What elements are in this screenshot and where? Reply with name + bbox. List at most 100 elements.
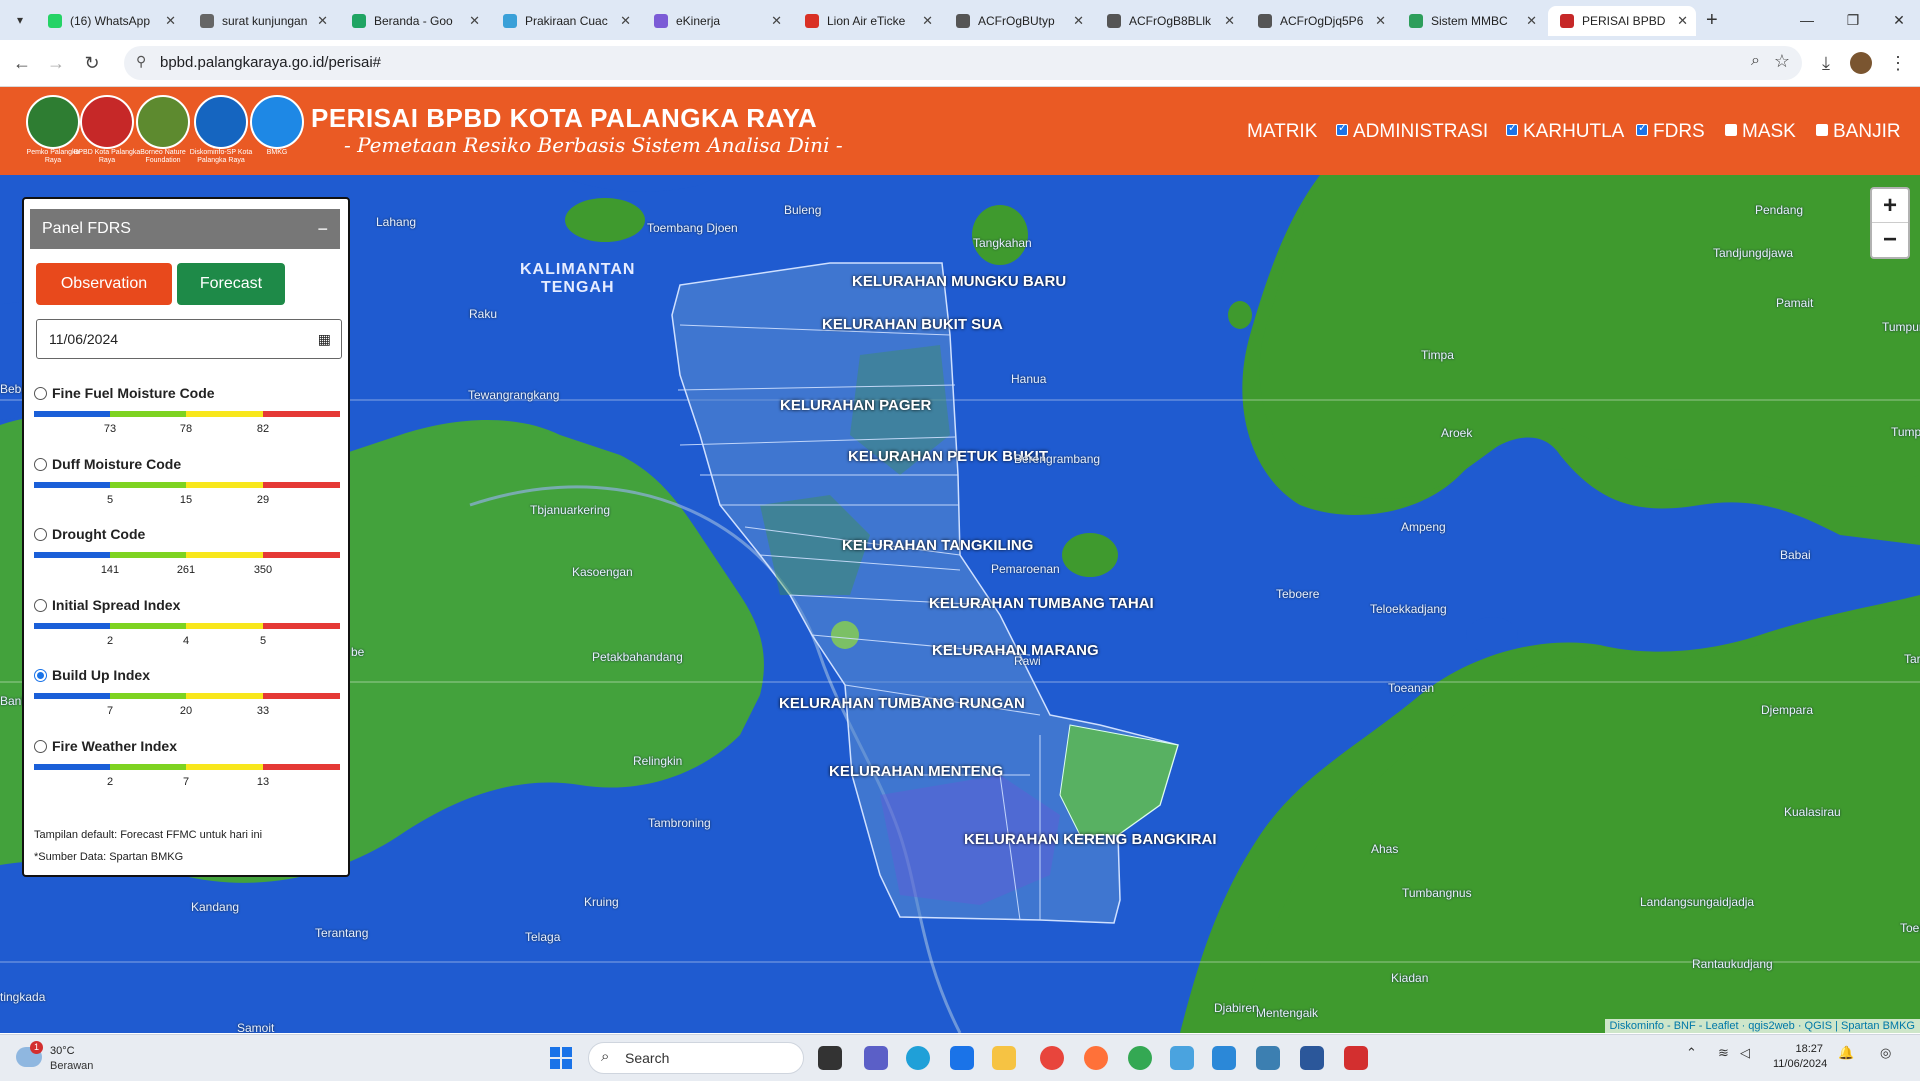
observation-button[interactable]: Observation [36, 263, 172, 305]
kelurahan-label[interactable]: KELURAHAN PAGER [780, 397, 931, 414]
windows-start-icon[interactable] [550, 1047, 572, 1069]
browser-tab[interactable]: surat kunjungan ✕ [188, 6, 336, 36]
tab-close-icon[interactable]: ✕ [1224, 6, 1235, 36]
task-view-icon[interactable] [818, 1046, 842, 1070]
minimize-window-button[interactable]: — [1792, 8, 1822, 32]
index-name: Fine Fuel Moisture Code [52, 385, 215, 401]
edge-icon[interactable] [906, 1046, 930, 1070]
tab-close-icon[interactable]: ✕ [1073, 6, 1084, 36]
layer-checkbox[interactable] [1636, 121, 1648, 136]
forward-arrow-icon[interactable]: → [44, 51, 68, 75]
tab-close-icon[interactable]: ✕ [922, 6, 933, 36]
index-radio[interactable] [34, 598, 47, 612]
browser-tab[interactable]: ACFrOgB8BLlk ✕ [1095, 6, 1243, 36]
browser-menu-icon[interactable]: ⋮ [1886, 51, 1910, 75]
tab-close-icon[interactable]: ✕ [1677, 6, 1688, 36]
browser-tab[interactable]: ACFrOgBUtyp ✕ [944, 6, 1092, 36]
kelurahan-label[interactable]: KELURAHAN TANGKILING [842, 537, 1033, 554]
kelurahan-label[interactable]: KELURAHAN KERENG BANGKIRAI [964, 831, 1217, 848]
index-radio[interactable] [34, 739, 47, 753]
layer-checkbox[interactable] [1336, 121, 1348, 136]
close-window-button[interactable]: ✕ [1884, 8, 1914, 32]
calendar-icon[interactable]: ▦ [318, 320, 331, 358]
file-explorer-icon[interactable] [992, 1046, 1016, 1070]
nav-menu-item[interactable]: MASK [1725, 121, 1796, 143]
nav-menu-item[interactable]: FDRS [1636, 121, 1705, 143]
kelurahan-label[interactable]: KELURAHAN TUMBANG TAHAI [929, 595, 1154, 612]
layer-checkbox[interactable] [1816, 124, 1828, 136]
wifi-icon[interactable]: ≋ [1718, 1045, 1729, 1061]
browser-tab[interactable]: ACFrOgDjq5P6 ✕ [1246, 6, 1394, 36]
index-radio[interactable] [34, 528, 47, 541]
fdrs-index-option[interactable]: Fine Fuel Moisture Code 73 78 82 [34, 383, 340, 443]
fdrs-index-option[interactable]: Fire Weather Index 2 7 13 [34, 736, 340, 796]
tab-search-chevron-icon[interactable]: ▾ [8, 8, 32, 32]
back-arrow-icon[interactable]: ← [10, 51, 34, 75]
tab-close-icon[interactable]: ✕ [1526, 6, 1537, 36]
copilot-icon[interactable]: ◎ [1880, 1045, 1891, 1061]
browser-tab[interactable]: Prakiraan Cuac ✕ [491, 6, 639, 36]
url-omnibox[interactable]: ⚲ bpbd.palangkaraya.go.id/perisai# ⌕ ☆ [124, 46, 1802, 80]
reload-icon[interactable]: ↻ [80, 51, 104, 75]
tab-close-icon[interactable]: ✕ [620, 6, 631, 36]
kelurahan-label[interactable]: KELURAHAN MENTENG [829, 763, 1003, 780]
download-icon[interactable]: ⤓ [1814, 51, 1838, 75]
calculator-icon[interactable] [1256, 1046, 1280, 1070]
map-attribution[interactable]: Diskominfo - BNF - Leaflet · qgis2web · … [1604, 1019, 1920, 1033]
date-input[interactable]: 11/06/2024 ▦ [36, 319, 342, 359]
zoom-in-button[interactable]: + [1872, 189, 1908, 223]
profile-avatar[interactable] [1850, 52, 1872, 74]
chrome-profile-icon[interactable] [1128, 1046, 1152, 1070]
chrome-icon[interactable] [1040, 1046, 1064, 1070]
notification-bell-icon[interactable]: 🔔 [1838, 1045, 1854, 1061]
panel-minimize-button[interactable]: − [317, 209, 328, 249]
restore-window-button[interactable]: ❐ [1838, 8, 1868, 32]
tab-close-icon[interactable]: ✕ [165, 6, 176, 36]
firefox-icon[interactable] [1084, 1046, 1108, 1070]
site-info-icon[interactable]: ⚲ [136, 53, 146, 70]
browser-tab[interactable]: Sistem MMBC ✕ [1397, 6, 1545, 36]
new-tab-button[interactable]: + [1706, 8, 1718, 32]
forecast-button[interactable]: Forecast [177, 263, 285, 305]
kelurahan-label[interactable]: KELURAHAN BUKIT SUA [822, 316, 1003, 333]
browser-tab[interactable]: Lion Air eTicke ✕ [793, 6, 941, 36]
zoom-icon[interactable]: ⌕ [1751, 52, 1760, 70]
acrobat-icon[interactable] [1344, 1046, 1368, 1070]
paint-icon[interactable] [1212, 1046, 1236, 1070]
nav-menu-item[interactable]: MATRIK [1247, 121, 1317, 143]
mail-icon[interactable] [950, 1046, 974, 1070]
fdrs-index-option[interactable]: Build Up Index 7 20 33 [34, 665, 340, 725]
browser-tab[interactable]: (16) WhatsApp ✕ [36, 6, 184, 36]
fdrs-index-option[interactable]: Duff Moisture Code 5 15 29 [34, 454, 340, 514]
taskbar-clock[interactable]: 18:27 11/06/2024 [1773, 1042, 1827, 1072]
browser-tab[interactable]: eKinerja ✕ [642, 6, 790, 36]
tab-close-icon[interactable]: ✕ [771, 6, 782, 36]
zoom-out-button[interactable]: − [1872, 223, 1908, 256]
tab-close-icon[interactable]: ✕ [317, 6, 328, 36]
nav-menu-item[interactable]: KARHUTLA [1506, 121, 1624, 143]
url-text[interactable]: bpbd.palangkaraya.go.id/perisai# [160, 54, 381, 71]
fdrs-index-option[interactable]: Drought Code 141 261 350 [34, 524, 340, 584]
nav-menu-item[interactable]: ADMINISTRASI [1336, 121, 1488, 143]
browser-tab[interactable]: PERISAI BPBD ✕ [1548, 6, 1696, 36]
layer-checkbox[interactable] [1725, 124, 1737, 136]
tab-close-icon[interactable]: ✕ [469, 6, 480, 36]
index-radio[interactable] [34, 669, 47, 682]
weather-widget[interactable]: 1 30°C Berawan [16, 1041, 136, 1073]
kelurahan-label[interactable]: KELURAHAN MUNGKU BARU [852, 273, 1066, 290]
kelurahan-label[interactable]: KELURAHAN TUMBANG RUNGAN [779, 695, 1025, 712]
teams-icon[interactable] [864, 1046, 888, 1070]
browser-tab[interactable]: Beranda - Goo ✕ [340, 6, 488, 36]
index-radio[interactable] [34, 457, 47, 471]
bookmark-star-icon[interactable]: ☆ [1774, 51, 1790, 72]
nav-menu-item[interactable]: BANJIR [1816, 121, 1901, 143]
tray-chevron-icon[interactable]: ⌃ [1686, 1045, 1697, 1061]
index-radio[interactable] [34, 387, 47, 400]
volume-icon[interactable]: ◁ [1740, 1045, 1750, 1061]
layer-checkbox[interactable] [1506, 121, 1518, 136]
tab-close-icon[interactable]: ✕ [1375, 6, 1386, 36]
word-icon[interactable] [1300, 1046, 1324, 1070]
fdrs-index-option[interactable]: Initial Spread Index 2 4 5 [34, 595, 340, 655]
network-app-icon[interactable] [1170, 1046, 1194, 1070]
taskbar-search[interactable]: ⌕ Search [588, 1042, 804, 1074]
